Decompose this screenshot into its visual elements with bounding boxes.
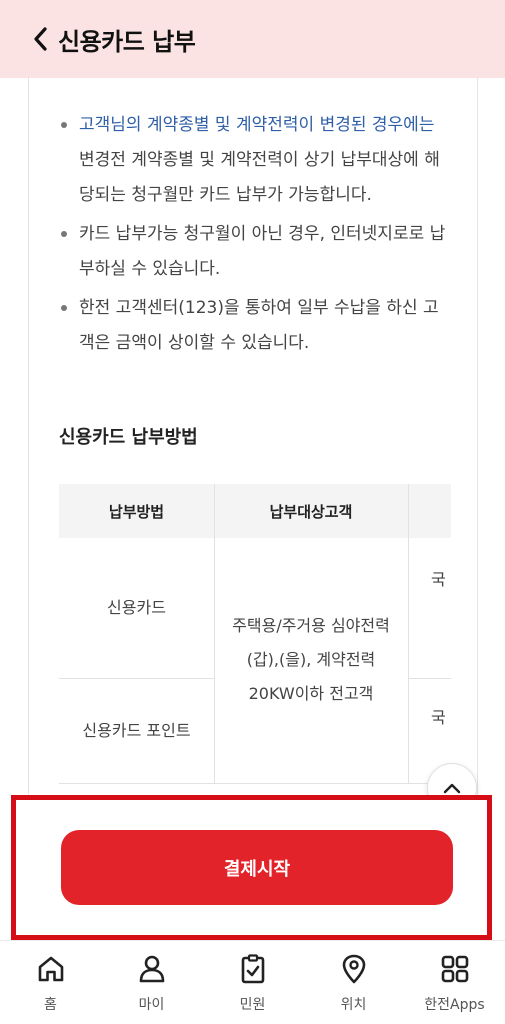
table-cell-method: 신용카드 포인트 (82, 721, 191, 740)
notice-list: 고객님의 계약종별 및 계약전력이 변경된 경우에는 변경전 계약종별 및 계약… (59, 108, 451, 365)
clipboard-check-icon (241, 954, 264, 984)
tab-location[interactable]: 위치 (303, 941, 404, 1024)
notice-highlight: 고객님의 계약종별 및 계약전력이 변경된 경우에는 (79, 115, 435, 135)
tab-apps[interactable]: 한전Apps (404, 941, 505, 1024)
header-bar: 신용카드 납부 (0, 0, 505, 78)
apps-grid-icon (441, 955, 468, 983)
table-divider (214, 484, 215, 784)
table-cell-partial: 국 (431, 708, 446, 727)
content-panel: 고객님의 계약종별 및 계약전력이 변경된 경우에는 변경전 계약종별 및 계약… (28, 78, 478, 794)
tab-complaint[interactable]: 민원 (202, 941, 303, 1024)
start-payment-button[interactable]: 결제시작 (61, 830, 453, 905)
table-header-method: 납부방법 (108, 502, 165, 521)
section-title: 신용카드 납부방법 (59, 427, 198, 448)
notice-item-2: 카드 납부가능 청구월이 아닌 경우, 인터넷지로로 납부하실 수 있습니다. (59, 217, 451, 287)
user-icon (139, 955, 164, 983)
notice-item-1: 고객님의 계약종별 및 계약전력이 변경된 경우에는 변경전 계약종별 및 계약… (59, 108, 451, 213)
action-area: 결제시작 (11, 795, 492, 940)
tab-label: 위치 (340, 997, 367, 1013)
page-title: 신용카드 납부 (58, 27, 196, 56)
table-cell-target: 주택용/주거용 심야전력(갑),(을), 계약전력 20KW이하 전고객 (232, 616, 390, 703)
tab-label: 민원 (239, 997, 266, 1013)
tab-label: 홈 (44, 997, 57, 1013)
payment-method-table: 납부방법 납부대상고객 신용카드 신용카드 포인트 주택용/주거용 심야전력(갑… (59, 484, 451, 784)
back-button[interactable] (30, 24, 50, 54)
home-icon (38, 956, 63, 982)
tab-label: 한전Apps (424, 997, 485, 1013)
table-cell-partial: 국 (431, 570, 446, 589)
table-header-target: 납부대상고객 (269, 502, 353, 521)
notice-text: 변경전 계약종별 및 계약전력이 상기 납부대상에 해당되는 청구월만 카드 납… (79, 150, 440, 205)
tab-home[interactable]: 홈 (0, 941, 101, 1024)
notice-item-3: 한전 고객센터(123)을 통하여 일부 수납을 하신 고객은 금액이 상이할 … (59, 291, 451, 361)
bottom-tab-bar: 홈 마이 민원 위치 한전Apps (0, 940, 505, 1024)
chevron-up-icon (443, 783, 461, 794)
table-cell-method: 신용카드 (107, 598, 166, 617)
table-divider (408, 484, 409, 784)
tab-label: 마이 (138, 997, 165, 1013)
location-pin-icon (342, 954, 365, 984)
table-divider (408, 678, 451, 679)
chevron-left-icon (34, 27, 47, 51)
tab-my[interactable]: 마이 (101, 941, 202, 1024)
